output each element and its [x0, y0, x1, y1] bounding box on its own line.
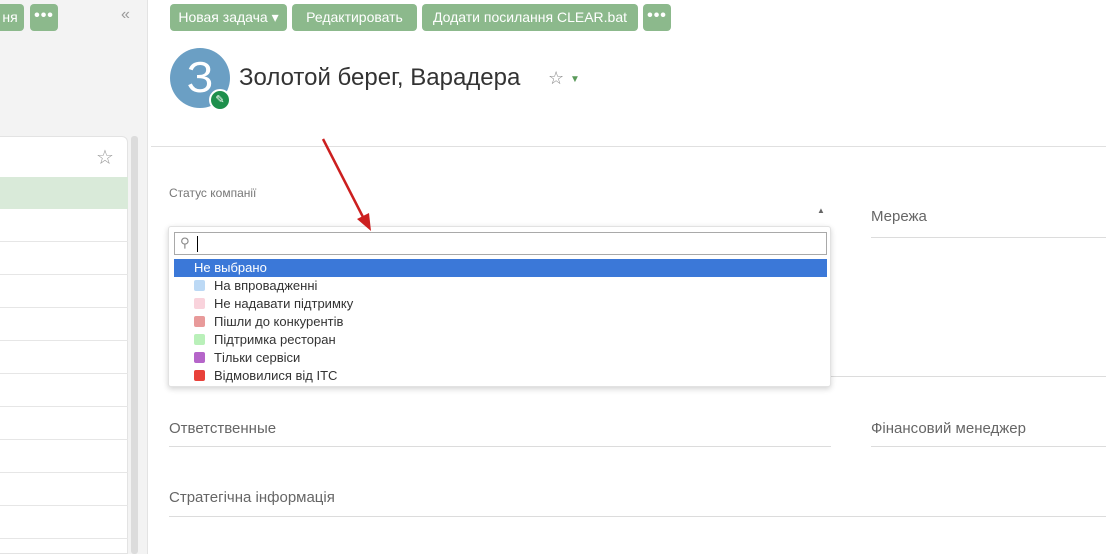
strategic-info-field-underline: [169, 516, 1106, 517]
dropdown-option-label: На впровадженні: [214, 278, 318, 293]
dropdown-option-label: Не надавати підтримку: [214, 296, 354, 311]
dropdown-option[interactable]: Тільки сервіси: [174, 349, 827, 367]
color-swatch: [194, 334, 205, 345]
color-swatch: [194, 370, 205, 381]
network-field-label: Мережа: [871, 208, 927, 225]
page-title: Золотой берег, Варадера: [239, 64, 521, 91]
finance-manager-field-label[interactable]: Фінансовий менеджер: [871, 420, 1026, 437]
dropdown-option-label: Не выбрано: [194, 260, 267, 275]
color-swatch: [194, 280, 205, 291]
list-item-selected[interactable]: [0, 177, 128, 209]
list-item[interactable]: [0, 275, 128, 308]
list-scrollbar[interactable]: [131, 136, 138, 554]
more-actions-button[interactable]: •••: [643, 4, 671, 31]
color-swatch: [194, 298, 205, 309]
dropdown-option[interactable]: Пішли до конкурентів: [174, 313, 827, 331]
list-item[interactable]: [0, 341, 128, 374]
star-icon[interactable]: ☆: [548, 68, 564, 89]
pencil-icon[interactable]: ✎: [209, 89, 231, 111]
new-task-button[interactable]: Новая задача ▾: [170, 4, 287, 31]
list-item[interactable]: [0, 374, 128, 407]
dropdown-option[interactable]: Підтримка ресторан: [174, 331, 827, 349]
list-item[interactable]: [0, 407, 128, 440]
list-item[interactable]: [0, 242, 128, 275]
list-header: ☆: [0, 137, 128, 177]
responsible-field-label[interactable]: Ответственные: [169, 420, 276, 437]
dropdown-option[interactable]: На впровадженні: [174, 277, 827, 295]
strategic-info-field-label[interactable]: Стратегічна інформація: [169, 489, 335, 506]
divider: [151, 146, 1106, 147]
add-link-button[interactable]: Додати посилання CLEAR.bat: [422, 4, 638, 31]
finance-manager-field-underline: [871, 446, 1106, 447]
list-item[interactable]: [0, 473, 128, 506]
edit-button[interactable]: Редактировать: [292, 4, 417, 31]
dropdown-option-label: Відмовилися від ІТС: [214, 368, 338, 383]
left-pane: ня ••• « ☆: [0, 0, 148, 554]
text-cursor: [197, 236, 198, 252]
caret-up-icon[interactable]: ▲: [817, 206, 825, 215]
color-swatch: [194, 316, 205, 327]
chevron-down-icon[interactable]: ▼: [570, 74, 580, 85]
list-item[interactable]: [0, 440, 128, 473]
collapse-icon[interactable]: «: [121, 6, 130, 24]
list-item[interactable]: [0, 506, 128, 539]
status-field-label: Статус компанії: [169, 186, 257, 200]
dropdown-option[interactable]: Не надавати підтримку: [174, 295, 827, 313]
color-swatch: [194, 352, 205, 363]
list-item[interactable]: [0, 308, 128, 341]
responsible-field-underline: [169, 446, 831, 447]
search-icon: ⚲: [180, 235, 190, 250]
network-field-underline: [871, 237, 1106, 238]
star-icon[interactable]: ☆: [96, 145, 114, 170]
status-dropdown: ⚲ Не выбрано На впровадженні Не надавати п…: [168, 226, 831, 387]
dropdown-option-label: Пішли до конкурентів: [214, 314, 344, 329]
dropdown-option[interactable]: Відмовилися від ІТС: [174, 367, 827, 385]
dropdown-option-label: Тільки сервіси: [214, 350, 301, 365]
sidebar-action-button[interactable]: ня: [0, 4, 24, 31]
field-underline: [831, 376, 1106, 377]
record-list: ☆: [0, 136, 128, 554]
dropdown-search-input[interactable]: ⚲: [174, 232, 827, 255]
dropdown-option-label: Підтримка ресторан: [214, 332, 336, 347]
list-item[interactable]: [0, 209, 128, 242]
dropdown-option[interactable]: Не выбрано: [174, 259, 827, 277]
sidebar-more-button[interactable]: •••: [30, 4, 58, 31]
